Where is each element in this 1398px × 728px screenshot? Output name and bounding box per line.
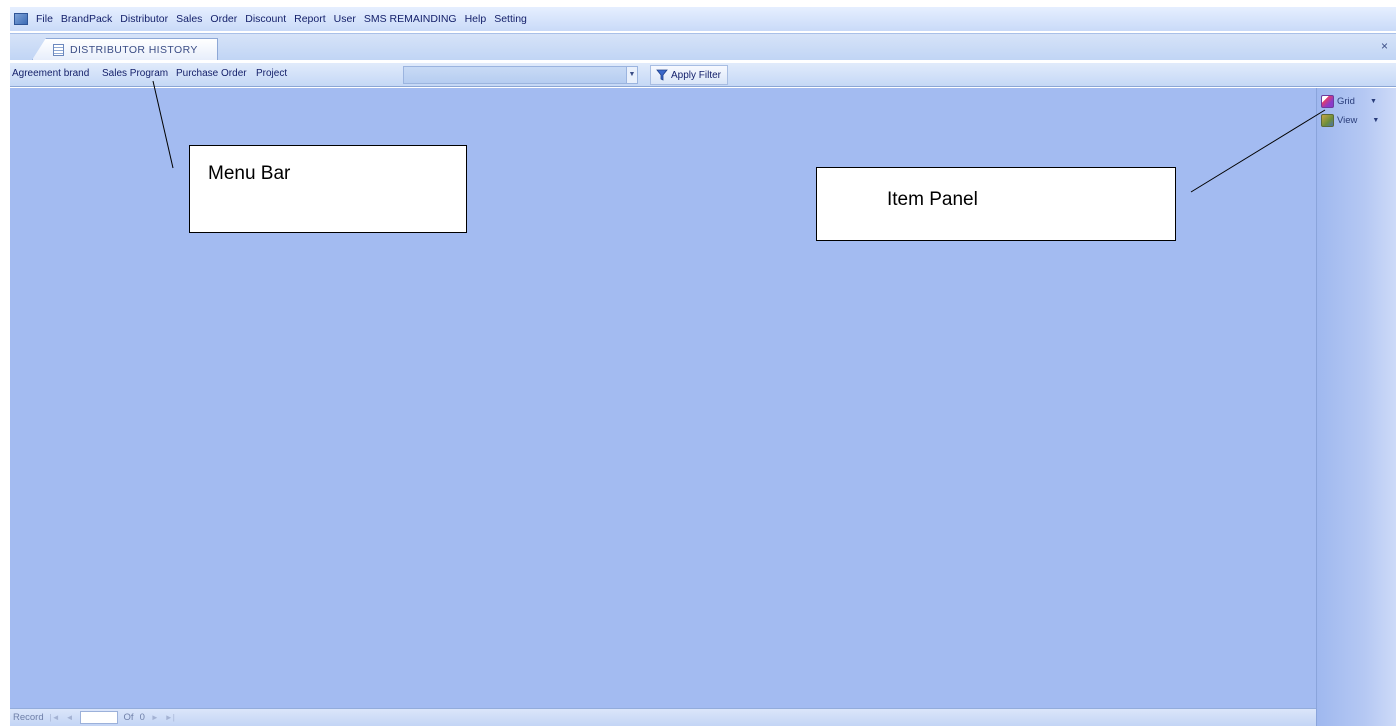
filter-combo[interactable] bbox=[403, 66, 627, 84]
apply-filter-label: Apply Filter bbox=[671, 69, 722, 81]
chevron-down-icon[interactable]: ▼ bbox=[1372, 117, 1379, 124]
document-tab-strip: DISTRIBUTOR HISTORY × bbox=[10, 33, 1396, 60]
item-panel: Grid ▼ View ▼ bbox=[1316, 88, 1396, 726]
tab-distributor-history[interactable]: DISTRIBUTOR HISTORY bbox=[32, 38, 218, 60]
menu-distributor[interactable]: Distributor bbox=[116, 13, 172, 25]
menu-purchase-order[interactable]: Purchase Order bbox=[176, 68, 247, 79]
close-icon[interactable]: × bbox=[1381, 40, 1388, 52]
funnel-icon bbox=[656, 69, 668, 81]
first-record-icon[interactable]: |◄ bbox=[50, 713, 60, 722]
menu-agreement-brand[interactable]: Agreement brand bbox=[12, 68, 89, 79]
record-navigator: Record |◄ ◄ Of 0 ► ►| bbox=[10, 708, 1316, 726]
menu-sms-remainding[interactable]: SMS REMAINDING bbox=[360, 13, 461, 25]
form-menu-bar: Agreement brand Sales Program Purchase O… bbox=[10, 63, 1396, 87]
chevron-down-icon[interactable]: ▼ bbox=[1370, 98, 1377, 105]
menu-file[interactable]: File bbox=[32, 13, 57, 25]
prev-record-icon[interactable]: ◄ bbox=[66, 713, 74, 722]
menu-project[interactable]: Project bbox=[256, 68, 287, 79]
menu-bar-callout: Menu Bar bbox=[189, 145, 467, 233]
view-button[interactable]: View ▼ bbox=[1321, 112, 1379, 128]
menu-user[interactable]: User bbox=[330, 13, 360, 25]
menu-help[interactable]: Help bbox=[461, 13, 491, 25]
grid-button-label: Grid bbox=[1337, 95, 1355, 107]
view-icon bbox=[1321, 113, 1334, 127]
record-number-input[interactable] bbox=[79, 711, 118, 724]
menu-bar-callout-text: Menu Bar bbox=[208, 163, 291, 184]
menu-setting[interactable]: Setting bbox=[490, 13, 531, 25]
grid-button[interactable]: Grid ▼ bbox=[1321, 93, 1377, 109]
main-menu-bar: File BrandPack Distributor Sales Order D… bbox=[10, 7, 1396, 31]
tab-label: DISTRIBUTOR HISTORY bbox=[70, 43, 198, 56]
menu-brandpack[interactable]: BrandPack bbox=[57, 13, 116, 25]
app-icon[interactable] bbox=[14, 13, 28, 25]
grid-icon bbox=[1321, 94, 1334, 108]
menu-order[interactable]: Order bbox=[206, 13, 241, 25]
menu-sales-program[interactable]: Sales Program bbox=[102, 68, 168, 79]
next-record-icon[interactable]: ► bbox=[151, 713, 159, 722]
view-button-label: View bbox=[1337, 114, 1358, 126]
last-record-icon[interactable]: ►| bbox=[165, 713, 175, 722]
menu-sales[interactable]: Sales bbox=[172, 13, 206, 25]
item-panel-callout: Item Panel bbox=[816, 167, 1176, 241]
apply-filter-button[interactable]: Apply Filter bbox=[650, 65, 728, 85]
record-count: 0 bbox=[139, 712, 145, 723]
chevron-down-icon[interactable]: ▼ bbox=[626, 66, 638, 84]
item-panel-callout-text: Item Panel bbox=[887, 189, 978, 210]
menu-report[interactable]: Report bbox=[290, 13, 330, 25]
document-icon bbox=[53, 43, 64, 56]
of-label: Of bbox=[123, 712, 134, 723]
menu-discount[interactable]: Discount bbox=[241, 13, 290, 25]
record-label: Record bbox=[13, 712, 44, 723]
